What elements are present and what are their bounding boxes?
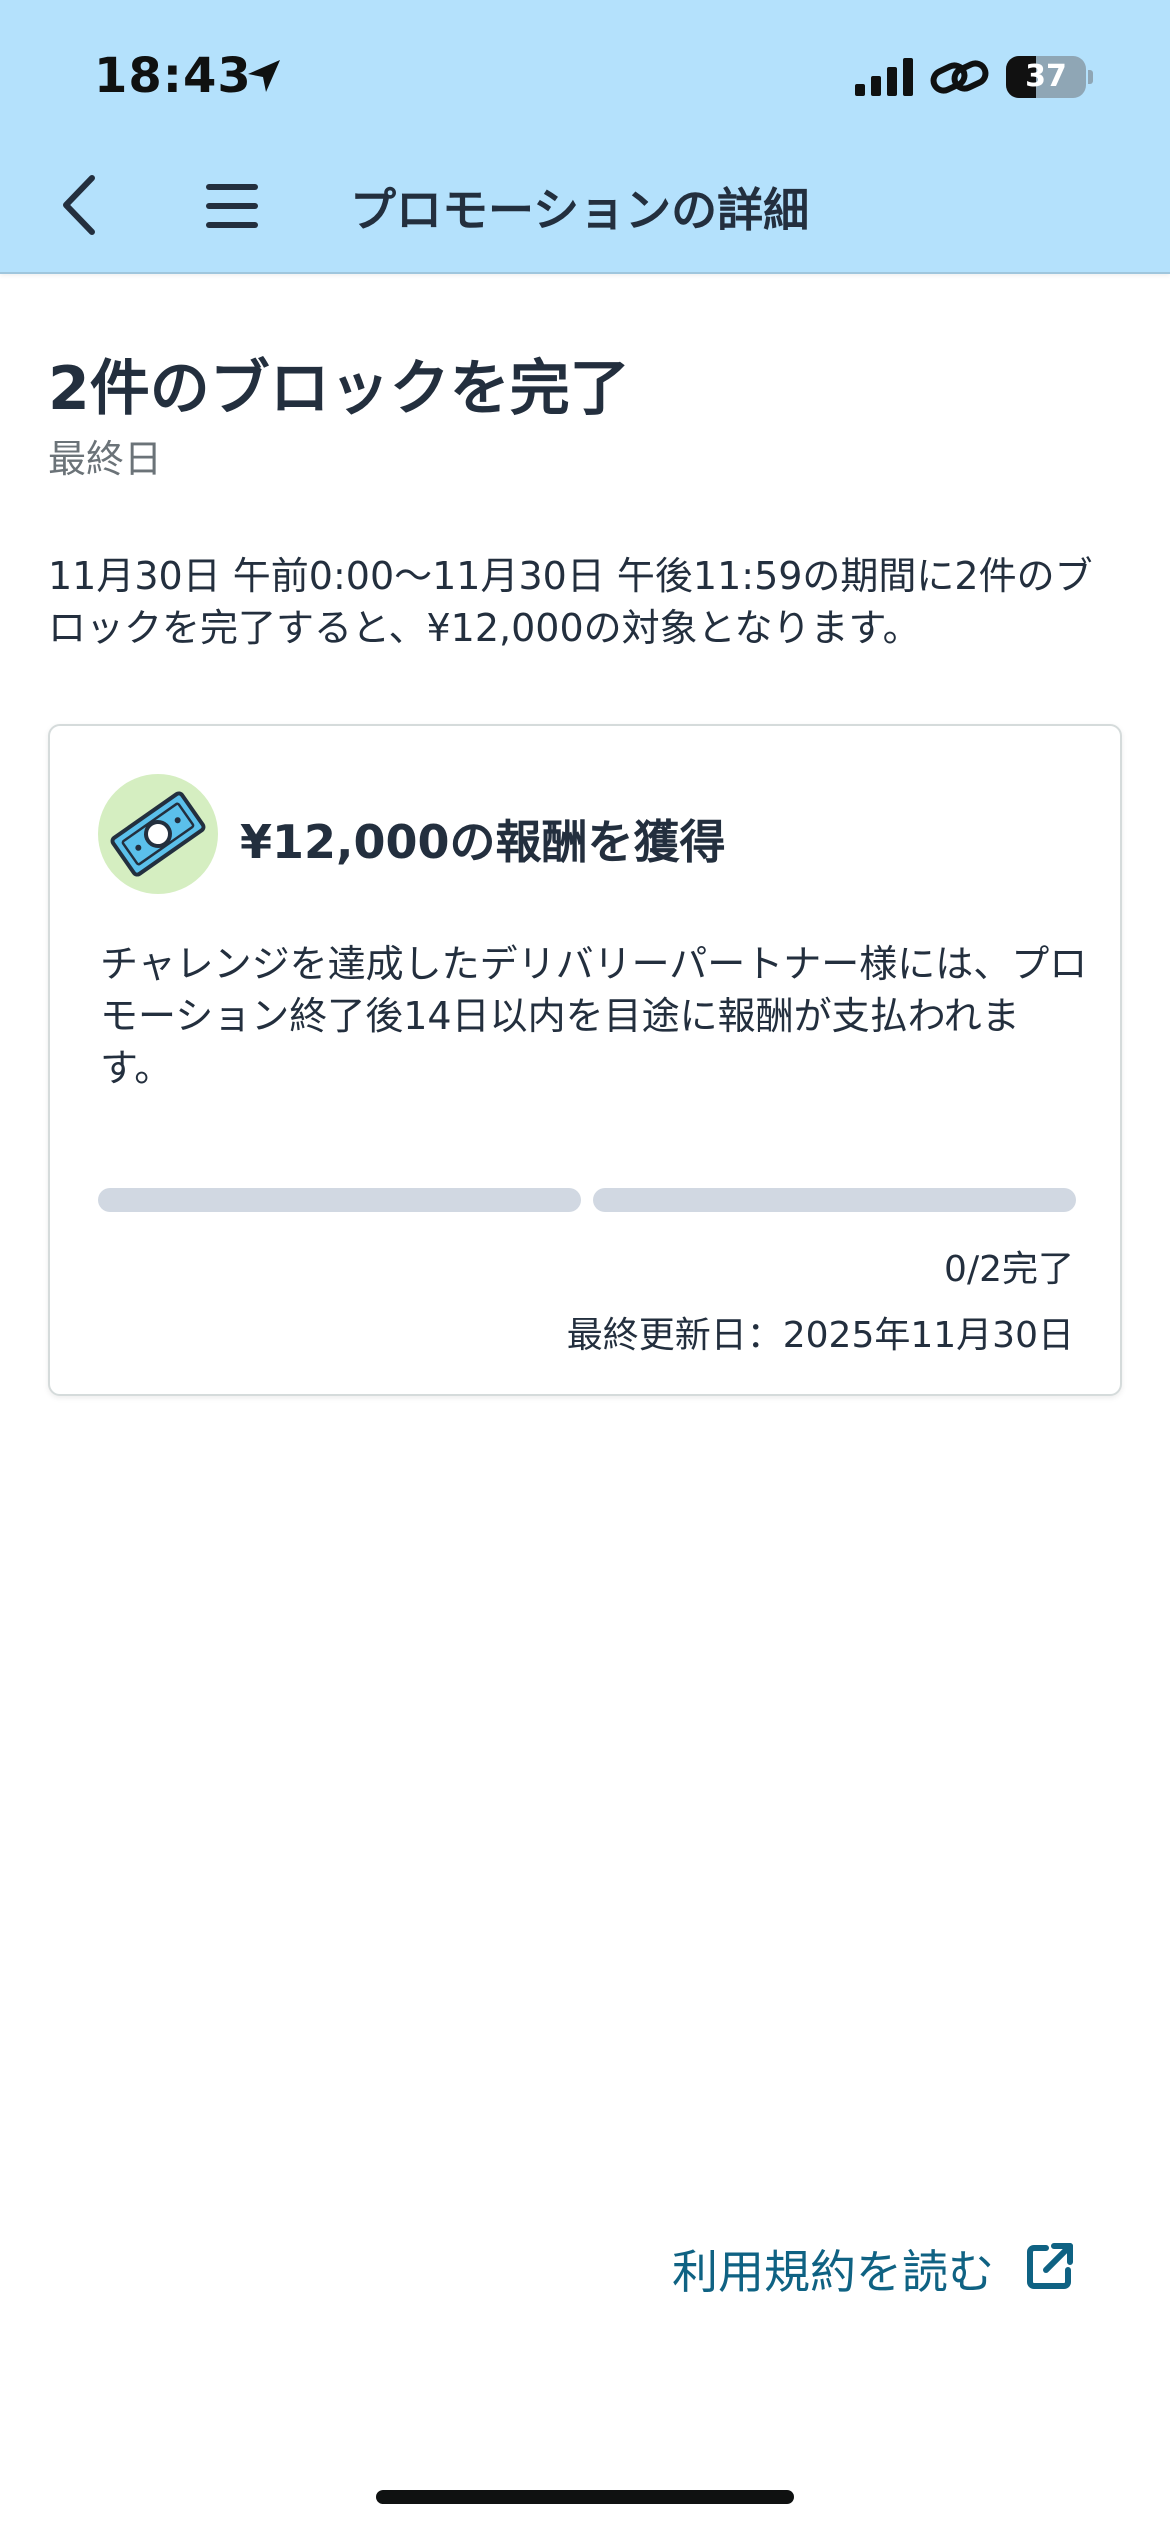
status-time: 18:43 [94,48,252,104]
cellular-signal-icon [855,58,913,96]
battery-body: 37 [1006,56,1086,98]
progress-status: 0/2完了 [944,1249,1074,1290]
hamburger-menu-icon[interactable] [202,178,262,234]
promotion-title: 2件のブロックを完了 [48,354,630,424]
reward-description: チャレンジを達成したデリバリーパートナー様には、プロモーション終了後14日以内を… [100,942,1088,1090]
progress-bar [98,1188,1076,1212]
terms-link[interactable]: 利用規約を読む [672,2236,994,2302]
link-icon [930,60,989,94]
progress-segment [98,1188,581,1212]
last-updated: 最終更新日：2025年11月30日 [566,1315,1074,1356]
app-header: 18:43 37 プロモーションの詳細 [0,0,1170,274]
external-link-icon[interactable] [1024,2240,1076,2292]
battery-icon: 37 [1006,56,1094,98]
header-title: プロモーションの詳細 [350,183,810,237]
reward-card: ¥12,000の報酬を獲得 チャレンジを達成したデリバリーパートナー様には、プロ… [48,724,1122,1396]
battery-level: 37 [1025,59,1067,94]
battery-tip [1088,70,1093,84]
progress-segment [593,1188,1076,1212]
promotion-description: 11月30日 午前0:00〜11月30日 午後11:59の期間に2件のブロックを… [48,554,1093,650]
location-arrow-icon [248,60,280,92]
money-badge [98,774,218,894]
back-chevron-icon[interactable] [52,170,112,240]
money-bill-icon [110,791,206,877]
home-indicator [376,2490,794,2504]
reward-title: ¥12,000の報酬を獲得 [240,815,726,869]
promotion-subtitle: 最終日 [48,437,163,481]
